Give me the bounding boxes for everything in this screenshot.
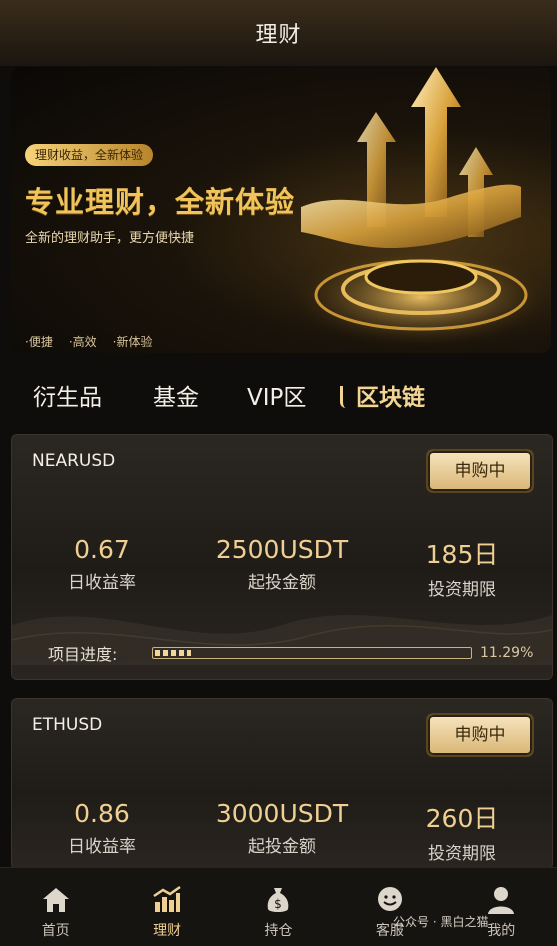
stat-min-investment: 3000USDT 起投金额 <box>192 799 372 864</box>
stat-label: 投资期限 <box>428 580 496 600</box>
stat-label: 投资期限 <box>428 844 496 864</box>
stat-value: 3000USDT <box>215 799 349 828</box>
subscribe-button[interactable]: 申购中 <box>426 713 534 757</box>
promo-banner[interactable]: 理财收益，全新体验 专业理财，全新体验 全新的理财助手，更方便快捷 ·便捷 ·高… <box>11 67 551 353</box>
stat-value: 260日 <box>425 804 499 833</box>
stat-term: 185日 投资期限 <box>372 535 552 600</box>
user-icon <box>488 887 515 914</box>
category-tabs: 衍生品 基金 VIP区 区块链 <box>0 368 557 420</box>
stat-value: 0.67 <box>74 535 130 564</box>
banner-subtitle: 全新的理财助手，更方便快捷 <box>25 231 195 246</box>
product-stats: 0.86 日收益率 3000USDT 起投金额 260日 投资期限 <box>12 799 552 864</box>
feature-item: ·便捷 <box>25 335 53 349</box>
stat-daily-rate: 0.86 日收益率 <box>12 799 192 864</box>
banner-headline: 专业理财，全新体验 <box>25 185 296 219</box>
svg-text:$: $ <box>275 897 283 911</box>
nav-item-holdings[interactable]: $ 持仓 <box>223 868 334 946</box>
progress-label: 项目进度: <box>48 645 118 664</box>
tab-funds[interactable]: 基金 <box>153 378 199 412</box>
project-progress: 项目进度: 11.29% <box>48 641 533 665</box>
nav-label: 我的 <box>487 923 516 939</box>
banner-pill: 理财收益，全新体验 <box>25 144 154 166</box>
money-bag-icon: $ <box>268 888 289 912</box>
golden-arrows-graphic <box>291 67 551 347</box>
tab-vip[interactable]: VIP区 <box>247 378 306 412</box>
progress-track <box>152 647 472 659</box>
bottom-nav: 首页 理财 $ 持仓 客服 我的 <box>0 867 557 946</box>
support-icon <box>377 887 402 911</box>
feature-item: ·新体验 <box>112 335 153 349</box>
banner-features: ·便捷 ·高效 ·新体验 <box>25 333 152 350</box>
tab-blockchain[interactable]: 区块链 <box>356 378 425 412</box>
tab-derivatives[interactable]: 衍生品 <box>33 378 102 412</box>
page-title: 理财 <box>255 23 302 48</box>
nav-label: 理财 <box>153 923 182 939</box>
feature-item: ·高效 <box>68 335 97 349</box>
progress-fill <box>155 650 191 656</box>
stat-value: 0.86 <box>74 799 130 828</box>
nav-label: 首页 <box>41 923 70 939</box>
stat-term: 260日 投资期限 <box>372 799 552 864</box>
stat-min-investment: 2500USDT 起投金额 <box>192 535 372 600</box>
product-card[interactable]: ETHUSD 申购中 0.86 日收益率 3000USDT 起投金额 260日 … <box>11 698 553 870</box>
stat-label: 起投金额 <box>248 837 316 857</box>
product-name: ETHUSD <box>32 715 103 735</box>
home-icon <box>42 888 69 912</box>
stat-label: 起投金额 <box>248 573 316 593</box>
nav-item-finance[interactable]: 理财 <box>111 868 222 946</box>
stat-value: 2500USDT <box>215 535 349 564</box>
stat-label: 日收益率 <box>68 837 136 857</box>
stat-daily-rate: 0.67 日收益率 <box>12 535 192 600</box>
nav-item-profile[interactable]: 我的 <box>446 868 557 946</box>
stat-label: 日收益率 <box>68 573 136 593</box>
stat-value: 185日 <box>425 540 499 569</box>
account-tag: 公众号 · 黑白之猫 <box>393 915 489 929</box>
nav-label: 持仓 <box>264 923 293 939</box>
top-bar: 理财 <box>0 0 557 66</box>
nav-item-home[interactable]: 首页 <box>0 868 111 946</box>
chart-icon <box>153 885 181 912</box>
product-name: NEARUSD <box>32 451 116 471</box>
product-card[interactable]: NEARUSD 申购中 0.67 日收益率 2500USDT 起投金额 185日… <box>11 434 553 680</box>
nav-item-support[interactable]: 客服 <box>334 868 445 946</box>
subscribe-button[interactable]: 申购中 <box>426 449 534 493</box>
active-tab-indicator <box>340 386 347 408</box>
progress-percent: 11.29% <box>480 645 534 661</box>
product-stats: 0.67 日收益率 2500USDT 起投金额 185日 投资期限 <box>12 535 552 600</box>
